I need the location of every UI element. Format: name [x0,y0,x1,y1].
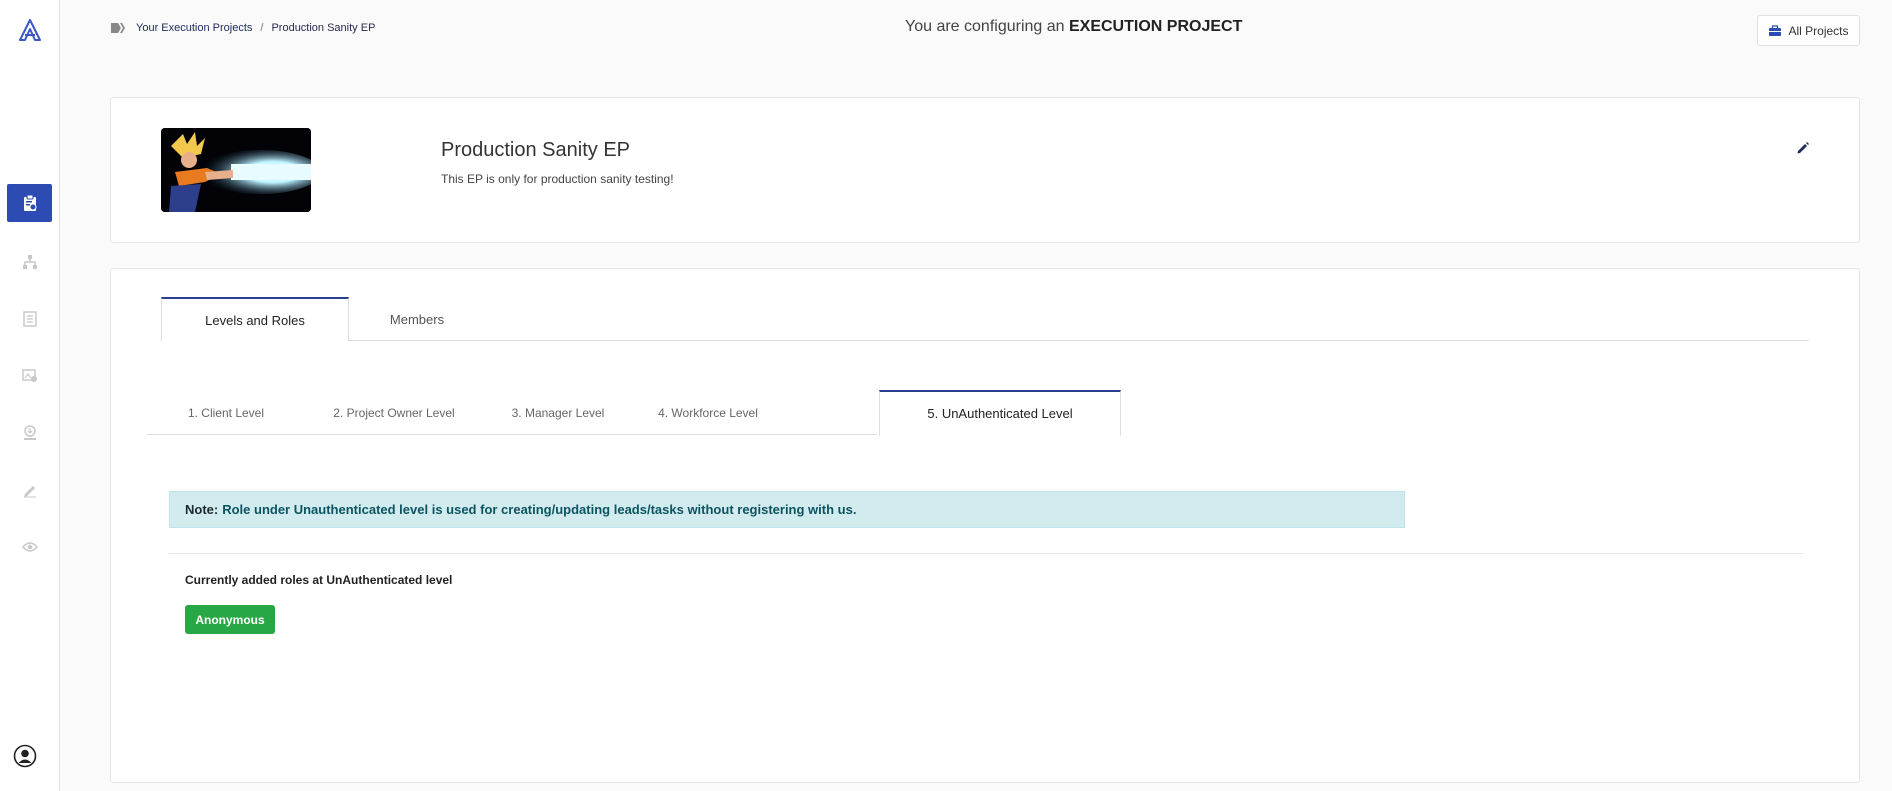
sidebar-item-media[interactable] [7,357,52,395]
edit-project-icon[interactable] [1796,141,1810,155]
headline-emphasis: EXECUTION PROJECT [1068,18,1243,35]
project-image [161,128,311,212]
configuration-card: Levels and Roles Members 1. Client Level… [110,268,1860,783]
level-tab-client[interactable]: 1. Client Level [147,390,305,435]
note-alert: Note: Role under Unauthenticated level i… [169,491,1405,528]
note-text: Role under Unauthenticated level is used… [222,502,857,517]
breadcrumb-separator: / [260,22,264,34]
page-headline: You are configuring an EXECUTION PROJECT [905,18,1242,36]
project-description: This EP is only for production sanity te… [441,172,674,186]
project-title: Production Sanity EP [441,139,630,161]
breadcrumb-link-projects[interactable]: Your Execution Projects [136,22,252,34]
level-tab-workforce[interactable]: 4. Workforce Level [633,390,783,435]
eye-icon [21,542,38,552]
breadcrumb: Your Execution Projects / Production San… [110,22,375,34]
role-badge-anonymous[interactable]: Anonymous [185,605,275,634]
image-settings-icon [21,369,37,382]
level-tabs: 1. Client Level 2. Project Owner Level 3… [147,390,1121,436]
sidebar-item-download[interactable] [7,414,52,452]
tab-levels-and-roles[interactable]: Levels and Roles [161,297,349,342]
hierarchy-icon [22,255,37,269]
tag-arrow-icon [111,23,125,33]
all-projects-button[interactable]: All Projects [1757,15,1860,46]
app-logo-icon[interactable] [18,18,42,42]
sidebar-item-edit[interactable] [7,471,52,509]
pen-icon [23,486,36,498]
sidebar-item-preview[interactable] [7,528,52,566]
document-icon [22,311,37,327]
main-tabs: Levels and Roles Members [161,297,1809,342]
sidebar-item-documents[interactable] [7,300,52,338]
download-icon [23,425,36,440]
divider [169,553,1803,554]
all-projects-label: All Projects [1788,23,1849,38]
sidebar-item-hierarchy[interactable] [7,243,52,281]
sidebar [0,0,60,791]
clipboard-icon [23,194,36,211]
project-card: Production Sanity EP This EP is only for… [110,97,1860,243]
headline-prefix: You are configuring an [905,18,1065,35]
level-tab-unauthenticated[interactable]: 5. UnAuthenticated Level [879,390,1121,436]
project-thumbnail [161,128,311,212]
level-tab-manager[interactable]: 3. Manager Level [483,390,633,435]
briefcase-icon [1769,24,1782,36]
breadcrumb-current: Production Sanity EP [271,22,376,34]
tab-members[interactable]: Members [349,297,485,341]
user-avatar-icon[interactable] [13,744,37,768]
sidebar-item-projects[interactable] [7,184,52,222]
note-label: Note: [185,502,219,517]
roles-heading: Currently added roles at UnAuthenticated… [185,573,453,587]
level-tab-project-owner[interactable]: 2. Project Owner Level [305,390,483,435]
